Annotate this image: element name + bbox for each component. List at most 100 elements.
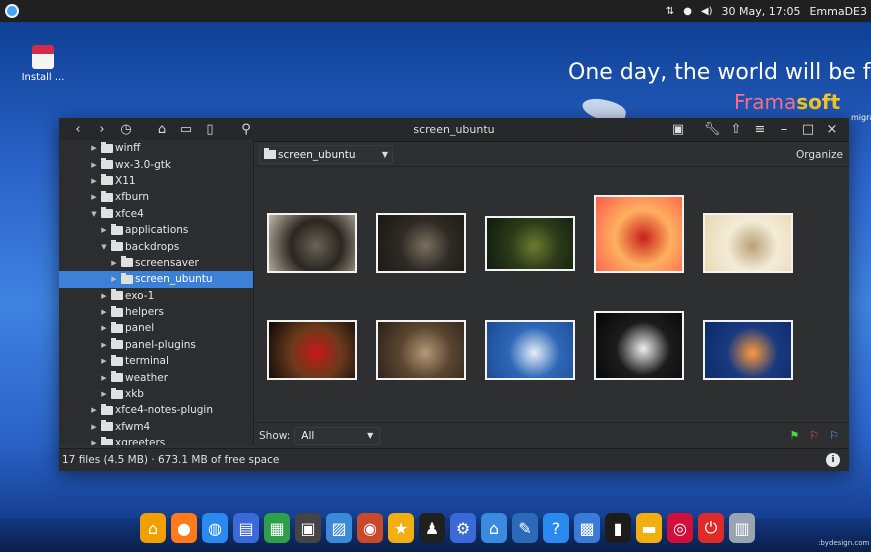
terminal-icon[interactable]: ▮	[605, 513, 631, 543]
tree-item-label: xfce4	[115, 207, 144, 220]
tree-item[interactable]: ▼ backdrops	[59, 238, 253, 254]
collapsed-arrow-icon[interactable]: ▶	[89, 177, 99, 185]
show-filter-dropdown[interactable]: All ▼	[294, 426, 381, 445]
tree-item[interactable]: ▶ xfce4-notes-plugin	[59, 402, 253, 418]
thumb-pier-sunset[interactable]	[703, 320, 793, 380]
collapsed-arrow-icon[interactable]: ▶	[99, 341, 109, 349]
red-flag-icon[interactable]: ⚐	[809, 429, 819, 442]
tree-item[interactable]: ▶ exo-1	[59, 288, 253, 304]
collapsed-arrow-icon[interactable]: ▶	[89, 423, 99, 431]
collapsed-arrow-icon[interactable]: ▶	[99, 292, 109, 300]
spreadsheet-icon[interactable]: ▦	[264, 513, 290, 543]
home-icon[interactable]: ⌂	[151, 122, 173, 137]
music-icon[interactable]: ◉	[357, 513, 383, 543]
minimize-icon[interactable]: –	[773, 122, 795, 137]
expanded-arrow-icon[interactable]: ▼	[99, 243, 109, 251]
titlebar[interactable]: ‹ › ◷ ⌂ ▭ ▯ ⚲ screen_ubuntu ▣ 🔧︎ ⇧ ≡ – □…	[59, 118, 849, 142]
tree-item[interactable]: ▶ xfburn	[59, 189, 253, 205]
close-icon[interactable]: ×	[821, 122, 843, 137]
collapsed-arrow-icon[interactable]: ▶	[89, 193, 99, 201]
drive-icon[interactable]: ▭	[175, 122, 197, 137]
collapsed-arrow-icon[interactable]: ▶	[99, 390, 109, 398]
tree-item[interactable]: ▶ panel	[59, 320, 253, 336]
wrench-icon[interactable]: 🔧︎	[701, 122, 723, 137]
tools-icon[interactable]: ✎	[512, 513, 538, 543]
history-icon[interactable]: ◷	[115, 122, 137, 137]
thumb-white-flower[interactable]	[594, 311, 684, 380]
document-icon[interactable]: ▤	[233, 513, 259, 543]
settings-icon[interactable]: ⚙	[450, 513, 476, 543]
star-icon[interactable]: ★	[388, 513, 414, 543]
thumb-bee-flower[interactable]	[703, 213, 793, 273]
collapsed-arrow-icon[interactable]: ▶	[99, 226, 109, 234]
info-icon[interactable]: i	[826, 453, 840, 467]
thumb-cherries[interactable]	[267, 320, 357, 380]
tree-item[interactable]: ▶ panel-plugins	[59, 337, 253, 353]
collapsed-arrow-icon[interactable]: ▶	[99, 357, 109, 365]
thumb-dark-sky[interactable]	[376, 213, 466, 273]
collapsed-arrow-icon[interactable]: ▶	[89, 144, 99, 152]
folder-tree[interactable]: ▶ winff ▶ wx-3.0-gtk ▶ X11 ▶ xfburn ▼ xfce4 ▶ appli…	[59, 140, 254, 445]
tree-item[interactable]: ▶ weather	[59, 369, 253, 385]
notes-icon[interactable]: ▬	[636, 513, 662, 543]
linux-tux-icon[interactable]: ♟	[419, 513, 445, 543]
tree-item[interactable]: ▶ winff	[59, 140, 253, 156]
tree-item[interactable]: ▶ X11	[59, 173, 253, 189]
slideshow-icon[interactable]: ▣	[667, 122, 689, 137]
status-circle-icon[interactable]: ●	[683, 6, 692, 17]
collapsed-arrow-icon[interactable]: ▶	[89, 161, 99, 169]
film-icon[interactable]: ▣	[295, 513, 321, 543]
tree-item[interactable]: ▶ screen_ubuntu	[59, 271, 253, 288]
expanded-arrow-icon[interactable]: ▼	[89, 210, 99, 218]
tree-item[interactable]: ▶ terminal	[59, 353, 253, 369]
thumb-tree-branches[interactable]	[485, 216, 575, 271]
tree-item[interactable]: ▶ xgreeters	[59, 435, 253, 445]
tree-item[interactable]: ▼ xfce4	[59, 206, 253, 222]
thumb-leaf[interactable]	[376, 320, 466, 380]
tree-item[interactable]: ▶ wx-3.0-gtk	[59, 156, 253, 172]
workspaces-icon[interactable]: ▩	[574, 513, 600, 543]
photos-icon[interactable]: ▨	[326, 513, 352, 543]
thumb-red-droplets[interactable]	[594, 195, 684, 273]
tree-item[interactable]: ▶ xfwm4	[59, 419, 253, 435]
debian-icon[interactable]: ◎	[667, 513, 693, 543]
clock[interactable]: 30 May, 17:05	[722, 5, 801, 18]
globe-icon[interactable]: ◍	[202, 513, 228, 543]
organize-button[interactable]: Organize	[796, 149, 843, 161]
maximize-icon[interactable]: □	[797, 122, 819, 137]
path-dropdown[interactable]: screen_ubuntu ▼	[259, 145, 393, 164]
thumb-snail[interactable]	[267, 213, 357, 273]
collapsed-arrow-icon[interactable]: ▶	[99, 308, 109, 316]
applications-menu-icon[interactable]	[5, 4, 19, 18]
hamburger-menu-icon[interactable]: ≡	[749, 122, 771, 137]
collapsed-arrow-icon[interactable]: ▶	[89, 406, 99, 414]
collapsed-arrow-icon[interactable]: ▶	[89, 439, 99, 445]
tree-item[interactable]: ▶ helpers	[59, 304, 253, 320]
forward-icon[interactable]: ›	[91, 122, 113, 137]
share-icon[interactable]: ⇧	[725, 122, 747, 137]
network-icon[interactable]: ⇅	[666, 6, 674, 17]
search-icon[interactable]: ⚲	[235, 122, 257, 137]
tree-item[interactable]: ▶ xkb	[59, 386, 253, 402]
trash-icon[interactable]: ▥	[729, 513, 755, 543]
home-icon[interactable]: ⌂	[140, 513, 166, 543]
folder-icon	[101, 174, 113, 186]
user-name[interactable]: EmmaDE3	[809, 5, 867, 18]
blue-flag-icon[interactable]: ⚐	[829, 429, 839, 442]
bookmark-icon[interactable]: ▯	[199, 122, 221, 137]
collapsed-arrow-icon[interactable]: ▶	[109, 275, 119, 283]
house-blue-icon[interactable]: ⌂	[481, 513, 507, 543]
collapsed-arrow-icon[interactable]: ▶	[99, 324, 109, 332]
collapsed-arrow-icon[interactable]: ▶	[109, 259, 119, 267]
firefox-icon[interactable]: ●	[171, 513, 197, 543]
power-icon[interactable]: ⏻	[698, 513, 724, 543]
green-flag-icon[interactable]: ⚑	[789, 429, 799, 442]
help-icon[interactable]: ?	[543, 513, 569, 543]
install-desktop-icon[interactable]: Install ...	[18, 45, 68, 83]
volume-icon[interactable]: ◀︎)	[701, 6, 713, 17]
tree-item[interactable]: ▶ applications	[59, 222, 253, 238]
back-icon[interactable]: ‹	[67, 122, 89, 137]
tree-item[interactable]: ▶ screensaver	[59, 255, 253, 271]
collapsed-arrow-icon[interactable]: ▶	[99, 374, 109, 382]
thumb-dandelion[interactable]	[485, 320, 575, 380]
